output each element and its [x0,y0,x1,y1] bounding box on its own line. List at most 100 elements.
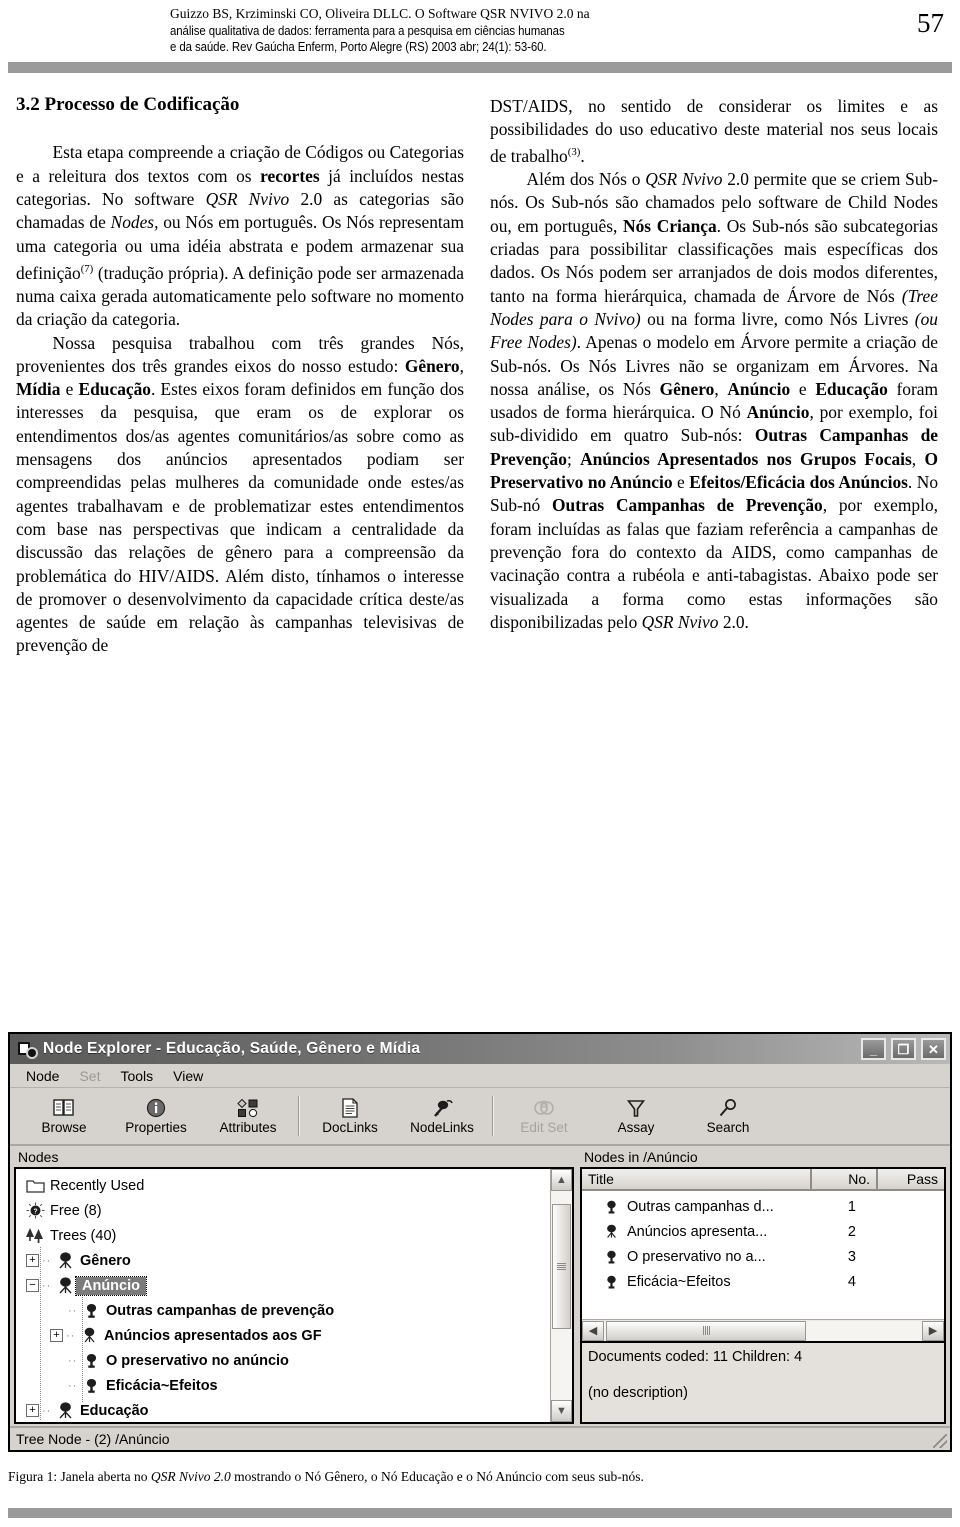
toolbar-label-edit-set: Edit Set [520,1120,568,1136]
tree-item-free[interactable]: ? Free (8) [22,1198,550,1223]
table-body[interactable]: Outras campanhas d... 1 Anúncios apresen… [582,1191,944,1319]
table-row[interactable]: Anúncios apresenta... 2 [582,1219,944,1244]
tree-item-eficacia-efeitos[interactable]: ·· Eficácia~Efeitos [22,1373,550,1398]
tree-item-educacao[interactable]: + ·· Educação [22,1398,550,1422]
child-node-icon [80,1352,102,1369]
table-row[interactable]: Eficácia~Efeitos 4 [582,1269,944,1294]
scroll-track[interactable] [604,1320,922,1341]
toolbar-button-nodelinks[interactable]: NodeLinks [396,1090,488,1142]
tree-connector: ·· [42,1254,52,1267]
expander-plus-icon[interactable]: + [50,1329,63,1342]
toolbar-button-properties[interactable]: Properties [110,1090,202,1142]
toolbar-button-edit-set: Edit Set [498,1090,590,1142]
toolbar-label-search: Search [706,1120,750,1136]
node-explorer-window: Node Explorer - Educação, Saúde, Gênero … [8,1032,952,1452]
toolbar: Browse Properties Attributes DocLinks No… [10,1088,950,1146]
scroll-left-icon[interactable]: ◀ [582,1320,604,1341]
toolbar-label-nodelinks: NodeLinks [410,1120,474,1136]
toolbar-button-search[interactable]: Search [682,1090,774,1142]
child-node-icon [80,1302,102,1319]
toolbar-button-attributes[interactable]: Attributes [202,1090,294,1142]
node-info-box: Documents coded: 11 Children: 4 (no desc… [580,1343,946,1424]
resize-grip-icon[interactable] [933,1434,947,1448]
tree-item-anuncio[interactable]: − ·· Anúncio [22,1273,550,1298]
tree-item-anuncios-gf[interactable]: + ·· Anúncios apresentados aos GF [22,1323,550,1348]
footer-rule [8,1508,952,1518]
nodes-tree-listbox[interactable]: Recently Used ? Free (8) Trees (40) + ··… [14,1167,574,1424]
toolbar-button-doclinks[interactable]: DocLinks [304,1090,396,1142]
tree-item-outras-campanhas[interactable]: ·· Outras campanhas de prevenção [22,1298,550,1323]
window-controls: _ ❐ ✕ [861,1038,946,1060]
scroll-up-icon[interactable]: ▲ [551,1169,572,1191]
row-title: Anúncios apresenta... [627,1223,768,1240]
child-node-icon [600,1274,622,1290]
status-text: Tree Node - (2) /Anúncio [16,1431,170,1447]
row-number: 3 [847,1248,856,1265]
tree-item-preservativo[interactable]: ·· O preservativo no anúncio [22,1348,550,1373]
book-icon [53,1097,75,1119]
tree-node-icon [54,1251,76,1270]
window-title: Node Explorer - Educação, Saúde, Gênero … [43,1040,421,1057]
tree-label: Educação [80,1402,149,1419]
toolbar-label-doclinks: DocLinks [322,1120,378,1136]
running-head-line2: análise qualitativa de dados: ferramenta… [170,22,565,38]
paragraph-4: Além dos Nós o QSR Nvivo 2.0 permite que… [490,169,939,632]
running-head: Guizzo BS, Krziminski CO, Oliveira DLLC.… [0,0,960,56]
tree-connector: ·· [42,1404,52,1417]
scroll-right-icon[interactable]: ▶ [922,1320,944,1341]
status-bar: Tree Node - (2) /Anúncio [10,1426,950,1450]
toolbar-label-assay: Assay [617,1120,655,1136]
toolbar-button-browse[interactable]: Browse [18,1090,110,1142]
child-node-icon [600,1249,622,1265]
scroll-track[interactable] [551,1191,572,1400]
child-nodes-horizontal-scrollbar[interactable]: ◀ ▶ [582,1319,944,1341]
window-body: Nodes Recently Used ? Free (8) Trees (40… [10,1146,950,1426]
window-titlebar[interactable]: Node Explorer - Educação, Saúde, Gênero … [10,1034,950,1064]
minimize-button[interactable]: _ [861,1038,886,1060]
table-row[interactable]: Outras campanhas d... 1 [582,1194,944,1219]
funnel-icon [626,1097,646,1119]
tree-node-icon [54,1401,76,1420]
maximize-button[interactable]: ❐ [891,1038,916,1060]
tree-item-trees[interactable]: Trees (40) [22,1223,550,1248]
column-header-no[interactable]: No. [812,1169,878,1189]
shapes-icon [237,1097,259,1119]
tree-item-genero[interactable]: + ·· Gênero [22,1248,550,1273]
scroll-down-icon[interactable]: ▼ [551,1400,572,1422]
menu-item-tools[interactable]: Tools [110,1067,163,1085]
table-row[interactable]: O preservativo no a... 3 [582,1244,944,1269]
child-nodes-pane: Nodes in /Anúncio Title No. Pass Outras … [577,1146,950,1426]
scroll-thumb[interactable] [606,1320,807,1341]
running-head-line3: e da saúde. Rev Gaúcha Enferm, Porto Ale… [170,39,547,54]
tree-node-icon [600,1223,622,1240]
toolbar-separator-2 [492,1096,494,1136]
info-icon [146,1097,166,1119]
figure-caption: Figura 1: Janela aberta no QSR Nvivo 2.0… [8,1469,644,1484]
tree-node-icon [78,1326,100,1345]
expander-minus-icon[interactable]: − [26,1279,39,1292]
toolbar-button-assay[interactable]: Assay [590,1090,682,1142]
menu-item-node[interactable]: Node [16,1067,69,1085]
expander-plus-icon[interactable]: + [26,1254,39,1267]
row-number: 1 [847,1198,856,1215]
column-header-title[interactable]: Title [582,1169,812,1189]
tree-connector: ·· [66,1329,76,1342]
tree-connector: ·· [68,1304,78,1317]
edit-set-icon [533,1097,555,1119]
scroll-thumb[interactable] [552,1203,571,1329]
close-button[interactable]: ✕ [921,1038,946,1060]
menu-item-view[interactable]: View [163,1067,213,1085]
svg-text:?: ? [33,1209,37,1216]
nodes-tree[interactable]: Recently Used ? Free (8) Trees (40) + ··… [16,1169,550,1422]
nodes-tree-vertical-scrollbar[interactable]: ▲ ▼ [550,1169,572,1422]
tree-connector: ·· [68,1379,78,1392]
left-column: 3.2 Processo de Codificação Esta etapa c… [16,94,464,658]
tree-item-recently-used[interactable]: Recently Used [22,1173,550,1198]
nodes-pane-label: Nodes [14,1148,574,1167]
header-rule [8,61,952,73]
child-nodes-listbox[interactable]: Title No. Pass Outras campanhas d... 1 A… [580,1167,946,1343]
node-explorer-icon [18,1041,36,1057]
row-title: Outras campanhas d... [627,1198,774,1215]
expander-plus-icon[interactable]: + [26,1404,39,1417]
column-header-pass[interactable]: Pass [878,1169,944,1189]
